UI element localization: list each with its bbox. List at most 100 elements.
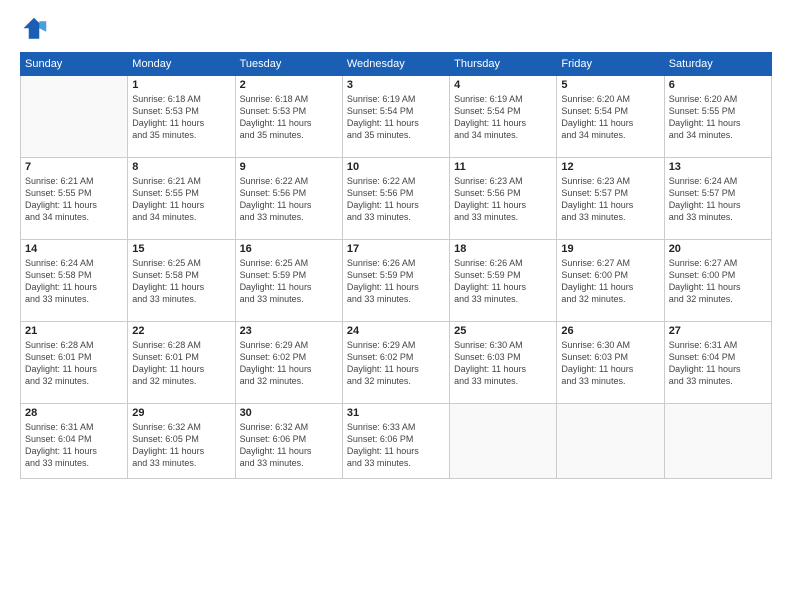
day-info: Sunrise: 6:32 AMSunset: 6:06 PMDaylight:… xyxy=(240,421,338,470)
calendar-cell xyxy=(450,404,557,479)
day-info: Sunrise: 6:31 AMSunset: 6:04 PMDaylight:… xyxy=(25,421,123,470)
day-info: Sunrise: 6:25 AMSunset: 5:59 PMDaylight:… xyxy=(240,257,338,306)
calendar-cell: 8 Sunrise: 6:21 AMSunset: 5:55 PMDaylight… xyxy=(128,158,235,240)
day-number: 2 xyxy=(240,79,338,91)
weekday-header-saturday: Saturday xyxy=(664,53,771,76)
day-number: 24 xyxy=(347,325,445,337)
calendar-cell: 19 Sunrise: 6:27 AMSunset: 6:00 PMDayligh… xyxy=(557,240,664,322)
day-number: 14 xyxy=(25,243,123,255)
day-number: 7 xyxy=(25,161,123,173)
calendar-cell: 9Sunrise: 6:22 AMSunset: 5:56 PMDaylight… xyxy=(235,158,342,240)
day-number: 20 xyxy=(669,243,767,255)
day-number: 28 xyxy=(25,407,123,419)
day-info: Sunrise: 6:20 AMSunset: 5:54 PMDaylight:… xyxy=(561,93,659,142)
day-number: 25 xyxy=(454,325,552,337)
calendar-page: SundayMondayTuesdayWednesdayThursdayFrid… xyxy=(0,0,792,612)
weekday-header-friday: Friday xyxy=(557,53,664,76)
day-number: 1 xyxy=(132,79,230,91)
day-number: 26 xyxy=(561,325,659,337)
week-row-1: 1 Sunrise: 6:18 AMSunset: 5:53 PMDaylight… xyxy=(21,76,772,158)
day-number: 30 xyxy=(240,407,338,419)
day-number: 16 xyxy=(240,243,338,255)
day-info: Sunrise: 6:27 AMSunset: 6:00 PMDaylight:… xyxy=(669,257,767,306)
day-number: 19 xyxy=(561,243,659,255)
day-info: Sunrise: 6:28 AMSunset: 6:01 PMDaylight:… xyxy=(132,339,230,388)
calendar-cell xyxy=(664,404,771,479)
day-info: Sunrise: 6:26 AMSunset: 5:59 PMDaylight:… xyxy=(347,257,445,306)
day-info: Sunrise: 6:26 AMSunset: 5:59 PMDaylight:… xyxy=(454,257,552,306)
calendar-cell: 18Sunrise: 6:26 AMSunset: 5:59 PMDayligh… xyxy=(450,240,557,322)
day-info: Sunrise: 6:21 AMSunset: 5:55 PMDaylight:… xyxy=(132,175,230,224)
day-number: 13 xyxy=(669,161,767,173)
week-row-2: 7 Sunrise: 6:21 AMSunset: 5:55 PMDaylight… xyxy=(21,158,772,240)
calendar-cell: 28 Sunrise: 6:31 AMSunset: 6:04 PMDayligh… xyxy=(21,404,128,479)
day-info: Sunrise: 6:22 AMSunset: 5:56 PMDaylight:… xyxy=(240,175,338,224)
day-number: 22 xyxy=(132,325,230,337)
day-info: Sunrise: 6:24 AMSunset: 5:58 PMDaylight:… xyxy=(25,257,123,306)
calendar-cell: 24 Sunrise: 6:29 AMSunset: 6:02 PMDayligh… xyxy=(342,322,449,404)
calendar-cell: 4Sunrise: 6:19 AMSunset: 5:54 PMDaylight… xyxy=(450,76,557,158)
calendar-cell: 16 Sunrise: 6:25 AMSunset: 5:59 PMDayligh… xyxy=(235,240,342,322)
calendar-cell: 6 Sunrise: 6:20 AMSunset: 5:55 PMDaylight… xyxy=(664,76,771,158)
day-number: 29 xyxy=(132,407,230,419)
calendar-cell xyxy=(557,404,664,479)
calendar-cell: 23 Sunrise: 6:29 AMSunset: 6:02 PMDayligh… xyxy=(235,322,342,404)
calendar-cell: 29 Sunrise: 6:32 AMSunset: 6:05 PMDayligh… xyxy=(128,404,235,479)
calendar-cell: 31Sunrise: 6:33 AMSunset: 6:06 PMDayligh… xyxy=(342,404,449,479)
calendar-cell: 30 Sunrise: 6:32 AMSunset: 6:06 PMDayligh… xyxy=(235,404,342,479)
day-info: Sunrise: 6:22 AMSunset: 5:56 PMDaylight:… xyxy=(347,175,445,224)
day-number: 23 xyxy=(240,325,338,337)
calendar-cell: 27 Sunrise: 6:31 AMSunset: 6:04 PMDayligh… xyxy=(664,322,771,404)
day-number: 8 xyxy=(132,161,230,173)
day-number: 27 xyxy=(669,325,767,337)
calendar-cell: 3 Sunrise: 6:19 AMSunset: 5:54 PMDaylight… xyxy=(342,76,449,158)
calendar-cell: 7 Sunrise: 6:21 AMSunset: 5:55 PMDaylight… xyxy=(21,158,128,240)
day-info: Sunrise: 6:23 AMSunset: 5:57 PMDaylight:… xyxy=(561,175,659,224)
day-info: Sunrise: 6:19 AMSunset: 5:54 PMDaylight:… xyxy=(347,93,445,142)
calendar-cell: 1 Sunrise: 6:18 AMSunset: 5:53 PMDaylight… xyxy=(128,76,235,158)
calendar-cell: 5 Sunrise: 6:20 AMSunset: 5:54 PMDaylight… xyxy=(557,76,664,158)
header xyxy=(20,16,772,44)
logo-icon xyxy=(20,16,48,44)
calendar-cell: 11Sunrise: 6:23 AMSunset: 5:56 PMDayligh… xyxy=(450,158,557,240)
calendar-cell: 14 Sunrise: 6:24 AMSunset: 5:58 PMDayligh… xyxy=(21,240,128,322)
calendar-cell: 15Sunrise: 6:25 AMSunset: 5:58 PMDayligh… xyxy=(128,240,235,322)
day-info: Sunrise: 6:32 AMSunset: 6:05 PMDaylight:… xyxy=(132,421,230,470)
calendar-cell: 10 Sunrise: 6:22 AMSunset: 5:56 PMDayligh… xyxy=(342,158,449,240)
weekday-header-row: SundayMondayTuesdayWednesdayThursdayFrid… xyxy=(21,53,772,76)
weekday-header-thursday: Thursday xyxy=(450,53,557,76)
calendar-cell: 13Sunrise: 6:24 AMSunset: 5:57 PMDayligh… xyxy=(664,158,771,240)
day-info: Sunrise: 6:29 AMSunset: 6:02 PMDaylight:… xyxy=(240,339,338,388)
calendar-table: SundayMondayTuesdayWednesdayThursdayFrid… xyxy=(20,52,772,479)
week-row-3: 14 Sunrise: 6:24 AMSunset: 5:58 PMDayligh… xyxy=(21,240,772,322)
day-info: Sunrise: 6:20 AMSunset: 5:55 PMDaylight:… xyxy=(669,93,767,142)
week-row-5: 28 Sunrise: 6:31 AMSunset: 6:04 PMDayligh… xyxy=(21,404,772,479)
day-number: 5 xyxy=(561,79,659,91)
weekday-header-tuesday: Tuesday xyxy=(235,53,342,76)
day-info: Sunrise: 6:29 AMSunset: 6:02 PMDaylight:… xyxy=(347,339,445,388)
calendar-cell: 17 Sunrise: 6:26 AMSunset: 5:59 PMDayligh… xyxy=(342,240,449,322)
day-info: Sunrise: 6:31 AMSunset: 6:04 PMDaylight:… xyxy=(669,339,767,388)
calendar-cell xyxy=(21,76,128,158)
weekday-header-wednesday: Wednesday xyxy=(342,53,449,76)
day-info: Sunrise: 6:25 AMSunset: 5:58 PMDaylight:… xyxy=(132,257,230,306)
day-info: Sunrise: 6:23 AMSunset: 5:56 PMDaylight:… xyxy=(454,175,552,224)
day-number: 10 xyxy=(347,161,445,173)
day-number: 12 xyxy=(561,161,659,173)
day-info: Sunrise: 6:28 AMSunset: 6:01 PMDaylight:… xyxy=(25,339,123,388)
weekday-header-sunday: Sunday xyxy=(21,53,128,76)
day-number: 3 xyxy=(347,79,445,91)
day-info: Sunrise: 6:21 AMSunset: 5:55 PMDaylight:… xyxy=(25,175,123,224)
calendar-cell: 12 Sunrise: 6:23 AMSunset: 5:57 PMDayligh… xyxy=(557,158,664,240)
calendar-cell: 25Sunrise: 6:30 AMSunset: 6:03 PMDayligh… xyxy=(450,322,557,404)
day-info: Sunrise: 6:33 AMSunset: 6:06 PMDaylight:… xyxy=(347,421,445,470)
logo xyxy=(20,16,52,44)
day-info: Sunrise: 6:30 AMSunset: 6:03 PMDaylight:… xyxy=(561,339,659,388)
day-number: 6 xyxy=(669,79,767,91)
weekday-header-monday: Monday xyxy=(128,53,235,76)
day-info: Sunrise: 6:27 AMSunset: 6:00 PMDaylight:… xyxy=(561,257,659,306)
week-row-4: 21Sunrise: 6:28 AMSunset: 6:01 PMDayligh… xyxy=(21,322,772,404)
day-number: 17 xyxy=(347,243,445,255)
calendar-cell: 21Sunrise: 6:28 AMSunset: 6:01 PMDayligh… xyxy=(21,322,128,404)
day-info: Sunrise: 6:18 AMSunset: 5:53 PMDaylight:… xyxy=(132,93,230,142)
